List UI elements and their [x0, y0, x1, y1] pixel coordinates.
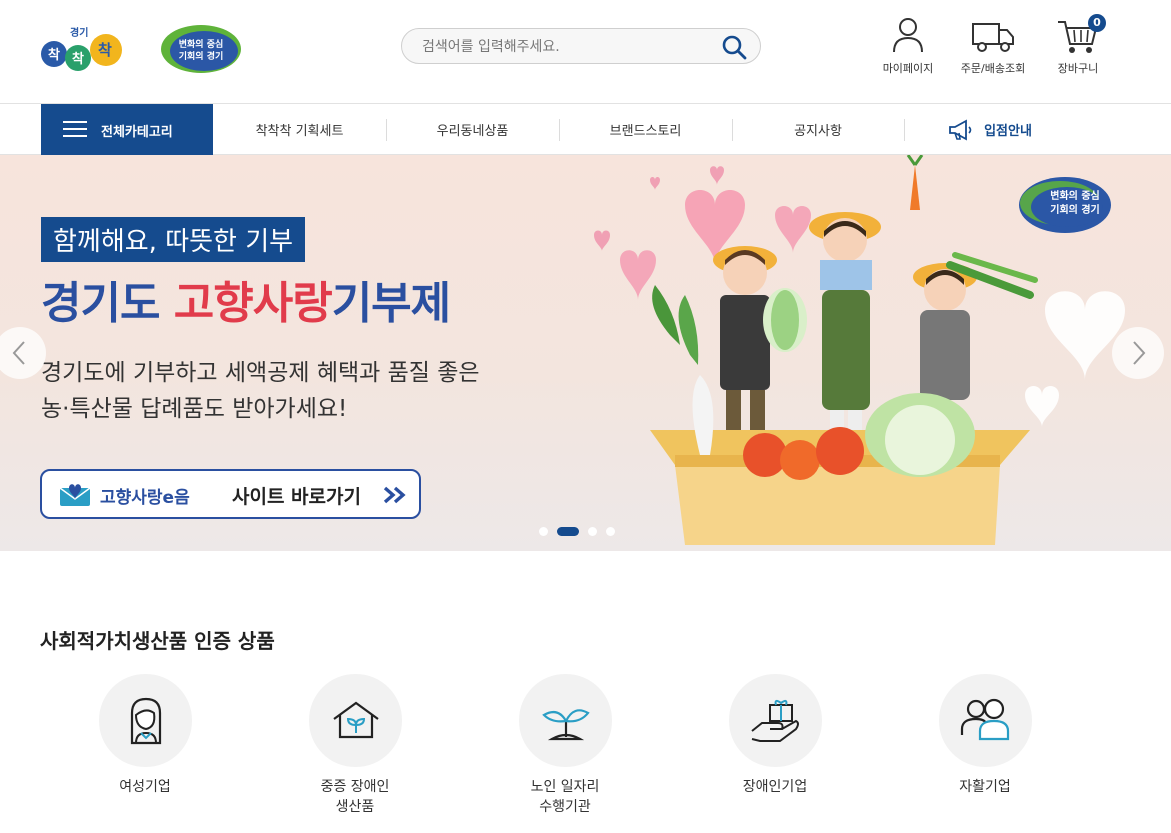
cart-link[interactable]: 0 장바구니: [1038, 14, 1118, 76]
svg-text:착: 착: [98, 41, 112, 59]
chevron-right-icon: [1133, 341, 1146, 365]
category-senior-job-agency[interactable]: 노인 일자리 수행기관: [510, 674, 620, 817]
search-icon[interactable]: [720, 34, 748, 60]
gift-hand-icon: [750, 699, 799, 742]
slide-dot[interactable]: [539, 526, 548, 536]
person-icon: [893, 18, 923, 53]
mypage-label: 마이페이지: [882, 62, 934, 75]
search-box: [401, 28, 761, 64]
svg-text:변화의 중심: 변화의 중심: [179, 38, 224, 50]
main-nav: 전체카테고리 착착착 기획세트 우리동네상품 브랜드스토리 공지사항 입점안내: [0, 104, 1171, 155]
category-label: 여성기업: [119, 779, 171, 795]
nav-item-label: 입점안내: [984, 124, 1032, 139]
greenhouse-icon: [332, 701, 379, 739]
hometown-site-button[interactable]: 고향사랑e음 사이트 바로가기: [40, 469, 421, 519]
cart-label: 장바구니: [1057, 62, 1099, 75]
site-button-label: 사이트 바로가기: [232, 486, 361, 508]
order-tracking-label: 주문/배송조회: [960, 62, 1026, 75]
category-icon-circle: [938, 674, 1032, 767]
nav-item-local-products[interactable]: 우리동네상품: [386, 104, 559, 155]
headline-part2: 기부제: [331, 278, 451, 329]
nav-item-label: 공지사항: [794, 124, 842, 139]
banner-desc-line2: 농·특산물 답례품도 받아가세요!: [41, 396, 348, 422]
category-women-enterprise[interactable]: 여성기업: [90, 674, 200, 797]
woman-icon: [130, 697, 161, 745]
banner-badge-text: 변화의 중심 기회의 경기: [1028, 190, 1122, 218]
svg-text:기회의 경기: 기회의 경기: [179, 50, 224, 62]
order-tracking-link[interactable]: 주문/배송조회: [953, 16, 1033, 76]
hero-banner[interactable]: 변화의 중심 기회의 경기 함께해요, 따뜻한 기부 경기도 고향사랑기부제 경…: [0, 155, 1171, 551]
nav-item-brand-story[interactable]: 브랜드스토리: [559, 104, 732, 155]
section-title: 사회적가치생산품 인증 상품: [40, 629, 275, 653]
svg-text:착: 착: [72, 51, 84, 67]
slide-dot-active[interactable]: [557, 526, 579, 536]
banner-pagination: [539, 526, 624, 536]
category-label: 자활기업: [959, 779, 1011, 795]
gyeonggi-chakchakchak-logo[interactable]: 착 착 착 경기: [40, 24, 130, 76]
svg-text:착: 착: [48, 47, 60, 63]
svg-text:경기: 경기: [70, 26, 88, 39]
hamburger-icon: [63, 121, 87, 138]
category-disabled-enterprise[interactable]: 장애인기업: [720, 674, 830, 797]
nav-item-label: 브랜드스토리: [609, 124, 682, 139]
category-icon-circle: [308, 674, 402, 767]
banner-desc-line1: 경기도에 기부하고 세액공제 혜택과 품질 좋은: [41, 360, 480, 386]
all-category-label: 전체카테고리: [101, 125, 173, 140]
cart-count-badge: 0: [1088, 14, 1106, 32]
banner-prev-button[interactable]: [0, 327, 46, 379]
slide-dot[interactable]: [606, 526, 615, 536]
envelope-heart-icon: [59, 484, 91, 506]
category-icon-circle: [98, 674, 192, 767]
change-center-badge-logo: 변화의 중심 기회의 경기: [161, 25, 241, 73]
banner-badge-line2: 기회의 경기: [1050, 205, 1100, 216]
banner-description: 경기도에 기부하고 세액공제 혜택과 품질 좋은 농·특산물 답례품도 받아가세…: [41, 355, 480, 427]
category-severely-disabled-products[interactable]: 중증 장애인 생산품: [300, 674, 410, 817]
category-icon-circle: [728, 674, 822, 767]
people-icon: [960, 698, 1009, 741]
nav-item-planned-set[interactable]: 착착착 기획세트: [213, 104, 386, 155]
header: 착 착 착 경기 변화의 중심 기회의 경기 마이페이지 주문/배송조회: [0, 0, 1171, 104]
nav-item-store-entry[interactable]: 입점안내: [904, 104, 1076, 155]
category-label: 노인 일자리 수행기관: [530, 779, 600, 815]
category-label: 중증 장애인 생산품: [320, 779, 390, 815]
all-category-button[interactable]: 전체카테고리: [41, 104, 213, 155]
double-chevron-right-icon: [383, 486, 406, 504]
nav-item-label: 우리동네상품: [436, 124, 509, 139]
headline-highlight: 고향사랑: [173, 278, 333, 329]
search-input[interactable]: [422, 36, 712, 58]
mypage-link[interactable]: 마이페이지: [868, 16, 948, 76]
banner-next-button[interactable]: [1112, 327, 1164, 379]
sprout-icon: [541, 709, 590, 741]
banner-badge-line1: 변화의 중심: [1050, 191, 1100, 202]
truck-icon: [972, 23, 1014, 52]
category-label: 장애인기업: [742, 779, 808, 795]
headline-part1: 경기도: [41, 278, 174, 329]
megaphone-icon: [949, 118, 972, 141]
banner-tag: 함께해요, 따뜻한 기부: [41, 217, 306, 262]
category-icon-circle: [518, 674, 612, 767]
chevron-left-icon: [12, 341, 25, 365]
banner-headline: 경기도 고향사랑기부제: [41, 267, 451, 331]
slide-dot[interactable]: [588, 526, 597, 536]
nav-item-notice[interactable]: 공지사항: [732, 104, 904, 155]
category-self-support-enterprise[interactable]: 자활기업: [930, 674, 1040, 797]
site-brand-label: 고향사랑e음: [100, 488, 190, 508]
nav-item-label: 착착착 기획세트: [255, 124, 344, 139]
